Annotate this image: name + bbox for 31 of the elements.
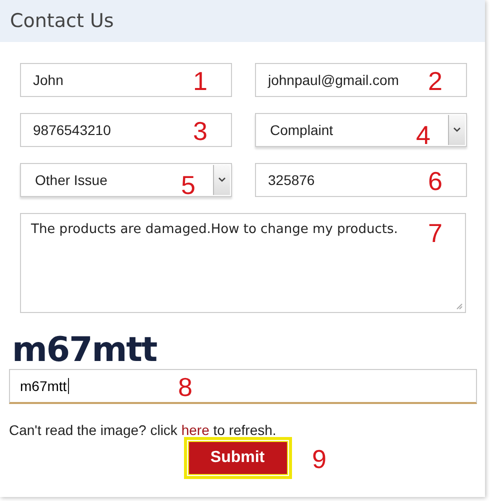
field-value: John — [33, 72, 64, 88]
field-value: johnpaul@gmail.com — [268, 72, 399, 88]
captcha-image: m67mtt — [12, 333, 157, 367]
input-field[interactable]: 9876543210 3 — [20, 113, 232, 147]
dropdown-value: Other Issue — [35, 172, 108, 188]
dropdown-field[interactable]: Complaint 4 — [255, 113, 467, 147]
input-field[interactable]: John 1 — [20, 63, 232, 97]
annotation-number: 9 — [312, 446, 326, 472]
field-value: m67mtt — [20, 378, 69, 394]
submit-button[interactable]: Submit — [188, 442, 286, 474]
field-value: 325876 — [268, 172, 315, 188]
annotation-number: 4 — [416, 122, 430, 148]
input-field[interactable]: 325876 6 — [255, 163, 467, 197]
refresh-link[interactable]: here — [181, 422, 210, 438]
annotation-number: 3 — [193, 118, 208, 144]
annotation-number: 2 — [428, 68, 442, 94]
annotation-number: 5 — [181, 172, 196, 198]
field-value: 9876543210 — [33, 122, 111, 138]
resize-grip-icon[interactable] — [456, 303, 463, 310]
dropdown-field[interactable]: Other Issue 5 — [20, 163, 232, 197]
annotation-number: 1 — [193, 68, 208, 94]
message-field[interactable]: The products are damaged.How to change my products. 7 — [20, 213, 466, 313]
panel-title: Contact Us — [10, 10, 114, 32]
annotation-number: 7 — [428, 220, 442, 246]
message-text: The products are damaged.How to change my products. — [31, 222, 398, 237]
annotation-number: 8 — [178, 374, 192, 400]
input-field[interactable]: johnpaul@gmail.com 2 — [255, 63, 467, 97]
dropdown-value: Complaint — [270, 122, 334, 138]
refresh-hint: Can't read the image? click here to refresh. — [9, 422, 278, 438]
annotation-number: 6 — [428, 168, 442, 194]
captcha-input-field[interactable]: m67mtt 8 — [9, 369, 477, 404]
